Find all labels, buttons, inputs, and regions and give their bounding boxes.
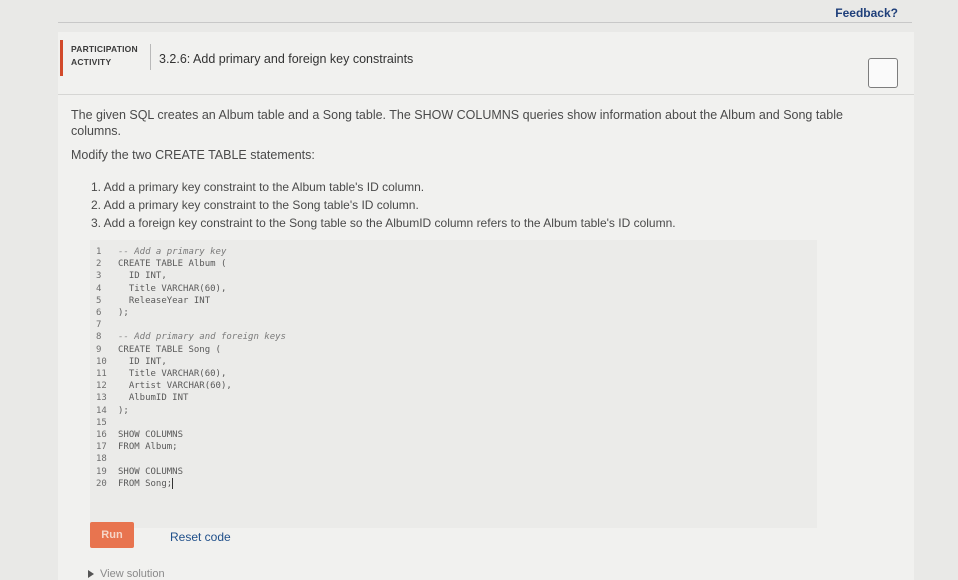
line-number: 16 — [96, 430, 107, 441]
code-line[interactable]: 7 — [96, 319, 286, 331]
code-text[interactable]: -- Add primary and foreign keys — [118, 332, 286, 342]
view-solution-label: View solution — [100, 568, 165, 580]
line-number: 6 — [96, 308, 102, 319]
sql-code-editor[interactable]: 1 -- Add a primary key 2 CREATE TABLE Album… — [90, 240, 817, 528]
code-text[interactable]: ID INT, — [118, 271, 167, 281]
code-text[interactable]: CREATE TABLE Album ( — [118, 259, 226, 269]
modify-instruction: Modify the two CREATE TABLE statements: — [71, 148, 315, 162]
code-line[interactable]: 14); — [96, 405, 286, 417]
code-text[interactable]: ); — [118, 406, 129, 416]
line-number: 3 — [96, 271, 102, 282]
line-number: 8 — [96, 332, 102, 343]
code-line[interactable]: 9 CREATE TABLE Song ( — [96, 344, 286, 356]
instruction-steps: 1. Add a primary key constraint to the A… — [91, 178, 676, 232]
code-line[interactable]: 4 Title VARCHAR(60), — [96, 283, 286, 295]
code-line[interactable]: 5 ReleaseYear INT — [96, 295, 286, 307]
activity-type-line1: PARTICIPATION — [71, 44, 138, 54]
activity-description: The given SQL creates an Album table and… — [71, 108, 843, 138]
code-line[interactable]: 12 Artist VARCHAR(60), — [96, 380, 286, 392]
completion-checkbox[interactable] — [868, 58, 898, 88]
view-solution-toggle[interactable]: View solution — [88, 568, 165, 580]
code-text[interactable]: FROM Album; — [118, 442, 178, 452]
line-number: 5 — [96, 295, 102, 306]
header-separator — [150, 44, 151, 70]
activity-title: 3.2.6: Add primary and foreign key const… — [159, 52, 414, 66]
line-number: 18 — [96, 454, 107, 465]
activity-accent-bar — [60, 40, 63, 76]
step-1: 1. Add a primary key constraint to the A… — [91, 180, 425, 194]
activity-type-label: PARTICIPATION ACTIVITY — [71, 43, 138, 69]
code-line[interactable]: 17 FROM Album; — [96, 441, 286, 453]
code-line[interactable]: 18 — [96, 453, 286, 465]
expand-triangle-icon — [88, 570, 94, 578]
code-lines[interactable]: 1 -- Add a primary key 2 CREATE TABLE Album… — [96, 246, 286, 490]
reset-code-button[interactable]: Reset code — [170, 530, 231, 544]
line-number: 9 — [96, 344, 102, 355]
line-number: 2 — [96, 259, 102, 270]
code-line[interactable]: 19 SHOW COLUMNS — [96, 466, 286, 478]
participation-activity-card: PARTICIPATION ACTIVITY 3.2.6: Add primar… — [58, 32, 914, 580]
code-text[interactable]: ID INT, — [118, 357, 167, 367]
code-text[interactable]: FROM Song; — [118, 479, 172, 489]
code-text[interactable]: ); — [118, 308, 129, 318]
code-line[interactable]: 2 CREATE TABLE Album ( — [96, 258, 286, 270]
code-text[interactable]: Artist VARCHAR(60), — [118, 381, 232, 391]
code-text[interactable]: SHOW COLUMNS — [118, 430, 183, 440]
code-line[interactable]: 6); — [96, 307, 286, 319]
run-button[interactable]: Run — [90, 522, 134, 548]
line-number: 20 — [96, 478, 107, 489]
code-line[interactable]: 8 -- Add primary and foreign keys — [96, 331, 286, 343]
feedback-link[interactable]: Feedback? — [835, 6, 898, 20]
line-number: 1 — [96, 247, 102, 257]
line-number: 14 — [96, 405, 107, 416]
code-text[interactable]: CREATE TABLE Song ( — [118, 345, 221, 355]
code-text[interactable]: Title VARCHAR(60), — [118, 369, 227, 379]
code-line[interactable]: 16 SHOW COLUMNS — [96, 429, 286, 441]
top-divider — [58, 22, 912, 23]
line-number: 10 — [96, 356, 107, 367]
code-line[interactable]: 1 -- Add a primary key — [96, 246, 286, 258]
code-line[interactable]: 15 — [96, 417, 286, 429]
text-cursor — [172, 477, 174, 489]
code-text[interactable]: AlbumID INT — [118, 393, 189, 403]
code-text[interactable]: SHOW COLUMNS — [118, 467, 183, 477]
code-line[interactable]: 11 Title VARCHAR(60), — [96, 368, 286, 380]
code-text[interactable]: Title VARCHAR(60), — [118, 284, 227, 294]
code-line[interactable]: 3 ID INT, — [96, 270, 286, 282]
line-number: 15 — [96, 417, 107, 428]
code-line[interactable]: 20 FROM Song; — [96, 477, 286, 490]
activity-header: PARTICIPATION ACTIVITY 3.2.6: Add primar… — [58, 32, 914, 95]
line-number: 12 — [96, 381, 107, 392]
code-text[interactable]: ReleaseYear INT — [118, 296, 210, 306]
code-line[interactable]: 13 AlbumID INT — [96, 392, 286, 404]
line-number: 13 — [96, 393, 107, 404]
activity-type-line2: ACTIVITY — [71, 57, 112, 67]
code-line[interactable]: 10 ID INT, — [96, 356, 286, 368]
line-number: 7 — [96, 320, 102, 331]
line-number: 19 — [96, 466, 107, 477]
step-3: 3. Add a foreign key constraint to the S… — [91, 216, 676, 230]
line-number: 11 — [96, 369, 107, 380]
line-number: 17 — [96, 442, 107, 453]
step-2: 2. Add a primary key constraint to the S… — [91, 198, 419, 212]
code-text[interactable]: -- Add a primary key — [118, 247, 226, 257]
line-number: 4 — [96, 283, 102, 294]
